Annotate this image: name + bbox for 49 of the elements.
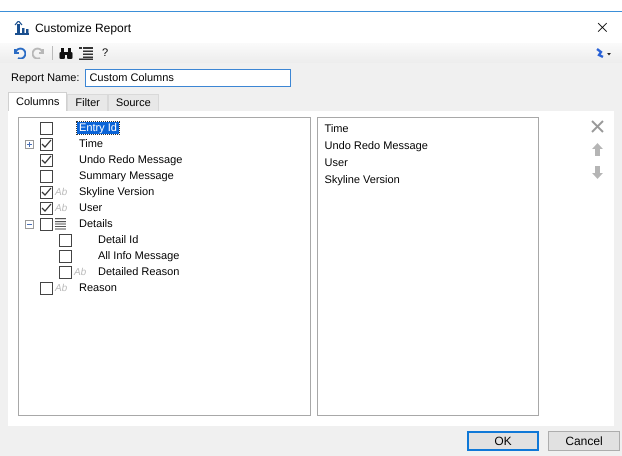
tree-item[interactable]: Detailed Reason [96,266,182,278]
tree-item[interactable]: Summary Message [77,170,176,182]
report-name-label: Report Name: [11,72,80,84]
tree-item[interactable]: Time [77,138,106,150]
tree-item[interactable]: Undo Redo Message [77,154,184,166]
chart-icon [14,20,30,34]
tree-item[interactable]: Detail Id [96,234,140,246]
tab[interactable]: Filter [67,94,108,111]
text-type-glyph: Ab [55,186,68,198]
checkbox[interactable] [40,282,53,294]
help-button[interactable]: ? [99,47,112,59]
tree-item[interactable]: Entry Id [77,122,119,134]
report-name-field[interactable]: Custom Columns [85,69,292,87]
checkbox[interactable] [40,186,53,198]
close-icon[interactable] [591,120,604,133]
ok-button[interactable]: OK [467,431,539,451]
window-title: Customize Report [35,20,132,34]
lines-icon [55,218,66,230]
checkbox[interactable] [59,250,72,262]
tree-item[interactable]: Details [77,218,115,230]
text-type-glyph: Ab [74,266,86,278]
checkbox[interactable] [59,266,72,278]
expand-icon[interactable] [25,140,34,148]
binoculars-icon[interactable] [59,47,73,59]
checkbox[interactable] [40,138,53,150]
dropdown-icon[interactable] [596,48,612,58]
tree-item[interactable]: Reason [77,282,119,294]
checkbox[interactable] [40,154,53,166]
list-item[interactable]: Time [324,123,531,140]
tree-item[interactable]: Skyline Version [77,186,156,198]
tree-item[interactable]: All Info Message [96,250,182,262]
checkbox[interactable] [40,202,53,214]
text-type-glyph: Ab [55,282,68,294]
undo-icon[interactable] [12,47,26,59]
close-button[interactable]: × [590,17,614,38]
checkbox[interactable] [59,234,72,246]
list-item[interactable]: User [324,157,531,174]
tree-item[interactable]: User [77,202,104,214]
tab[interactable]: Source [108,94,159,111]
tab[interactable]: Columns [8,92,68,111]
cancel-button[interactable]: Cancel [548,431,620,451]
collapse-icon[interactable] [25,220,34,228]
list-item[interactable]: Skyline Version [324,174,531,191]
checkbox[interactable] [40,218,53,230]
list-item[interactable]: Undo Redo Message [324,140,531,157]
checkbox[interactable] [40,170,53,182]
list-icon[interactable] [79,46,93,60]
text-type-glyph: Ab [55,202,68,214]
checkbox[interactable] [40,122,53,134]
